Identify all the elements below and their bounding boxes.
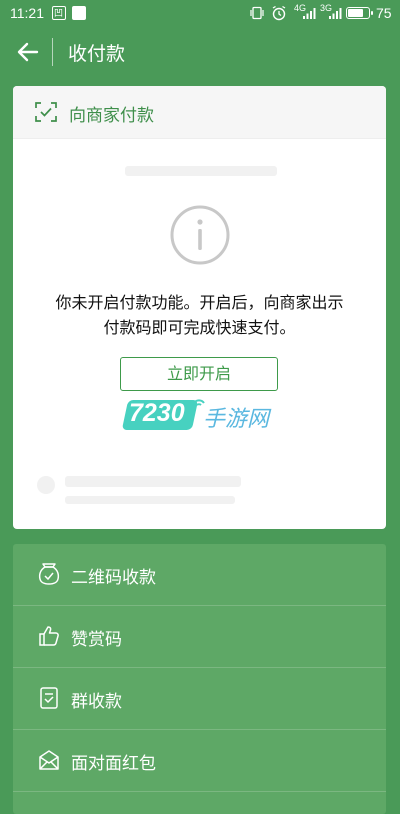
menu-item-label: 群收款 [71, 692, 122, 712]
card-title: 向商家付款 [69, 106, 154, 126]
battery-level [348, 9, 363, 17]
menu-item-label: 赞赏码 [71, 630, 122, 650]
status-time: 11:21 [10, 5, 44, 21]
blurred-content [261, 166, 277, 176]
notification-icon: 凹 [52, 6, 66, 20]
app-notification-icon [72, 6, 86, 20]
battery-percentage: 75 [376, 5, 392, 21]
vibrate-icon [250, 6, 264, 20]
page-title: 收付款 [68, 43, 126, 65]
menu-item-qr-receive[interactable]: 二维码收款 [13, 544, 386, 606]
info-icon [170, 205, 230, 265]
header-divider [52, 38, 53, 66]
payment-menu: 二维码收款 赞赏码 群收款 面对面红包 [13, 544, 386, 814]
group-receipt-icon [40, 687, 58, 709]
menu-item-appreciation-code[interactable]: 赞赏码 [13, 606, 386, 668]
red-packet-icon [39, 750, 59, 770]
status-bar: 11:21 凹 4G 3G 75 [0, 0, 400, 28]
menu-item-face-to-face-red-packet[interactable]: 面对面红包 [13, 730, 386, 792]
menu-item-label: 面对面红包 [71, 754, 156, 774]
watermark-text: 手游网 [203, 407, 270, 432]
thumbs-up-icon [39, 626, 59, 646]
pay-merchant-card: 向商家付款 你未开启付款功能。开启后，向商家出示 付款码即可完成快速支付。 立即… [13, 86, 386, 529]
blurred-content [37, 476, 55, 494]
notice-text-line2: 付款码即可完成快速支付。 [103, 318, 296, 337]
notice-text-line1: 你未开启付款功能。开启后，向商家出示 [55, 293, 344, 312]
watermark-number: 7230 [129, 399, 185, 427]
blurred-content [65, 496, 235, 504]
card-header[interactable]: 向商家付款 [13, 86, 386, 139]
notification-icon-text: 凹 [54, 8, 64, 18]
enable-payment-button[interactable]: 立即开启 [120, 357, 278, 391]
signal-3g-icon [329, 8, 342, 19]
scan-pay-icon [35, 102, 57, 122]
battery-icon [346, 7, 373, 19]
alarm-icon [272, 5, 286, 21]
blurred-content [125, 166, 275, 176]
blurred-content [65, 476, 241, 487]
app-header: 收付款 [0, 28, 400, 76]
money-bag-icon [38, 563, 60, 585]
signal-4g-icon [303, 8, 316, 19]
menu-item-label: 二维码收款 [71, 568, 156, 588]
menu-item-group-receive[interactable]: 群收款 [13, 668, 386, 730]
watermark-logo: 7230 手游网 [121, 396, 275, 436]
back-arrow-icon[interactable] [14, 38, 42, 66]
